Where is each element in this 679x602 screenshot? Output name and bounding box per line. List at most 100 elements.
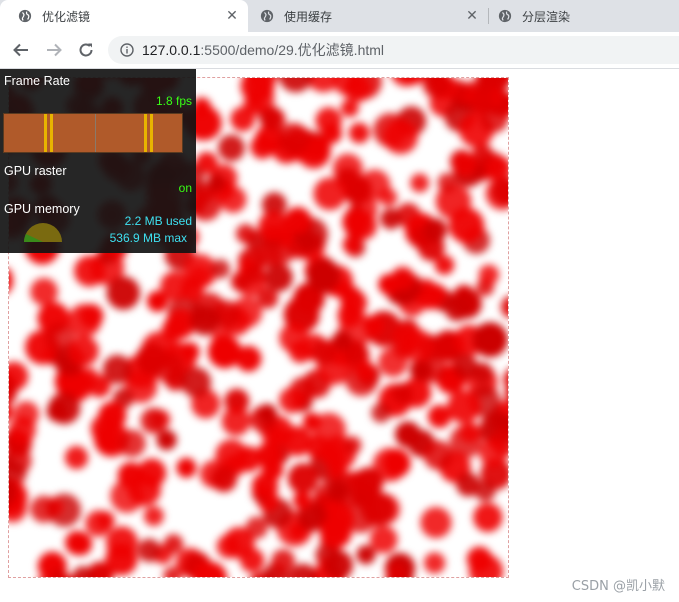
tab-layered-render[interactable]: 分层渲染	[488, 0, 679, 32]
red-blob	[394, 421, 421, 448]
gpu-memory-label: GPU memory	[4, 202, 80, 216]
red-blob	[348, 122, 370, 144]
reload-icon	[79, 43, 93, 57]
memory-used: 2.2 MB used	[124, 214, 192, 228]
red-blob	[342, 235, 362, 255]
red-blob	[68, 532, 93, 556]
red-blob	[30, 495, 58, 523]
red-blob	[9, 416, 36, 444]
red-blob	[378, 347, 408, 377]
red-blob	[188, 265, 211, 288]
browser-toolbar: 127.0.0.1:5500/demo/29.优化滤镜.html	[0, 32, 679, 68]
red-blob	[244, 263, 266, 285]
red-blob	[479, 103, 508, 133]
fps-graph	[3, 113, 183, 153]
red-blob	[79, 303, 104, 328]
red-blob	[383, 119, 418, 155]
tab-title: 使用缓存	[284, 9, 333, 24]
red-blob	[391, 382, 414, 405]
red-blob	[218, 134, 245, 162]
red-blob	[278, 78, 313, 93]
red-blob	[456, 472, 481, 497]
url-host: 127.0.0.1	[142, 42, 201, 58]
red-blob	[452, 353, 478, 379]
frame-rate-label: Frame Rate	[4, 74, 70, 88]
red-blob	[137, 538, 161, 563]
tab-optimize-filter[interactable]: 优化滤镜 ✕	[0, 0, 248, 32]
address-bar[interactable]: 127.0.0.1:5500/demo/29.优化滤镜.html	[108, 36, 679, 64]
red-blob	[479, 438, 508, 468]
red-blob	[293, 491, 312, 510]
close-tab-icon[interactable]: ✕	[464, 8, 480, 24]
red-blob	[321, 123, 342, 144]
red-blob	[181, 367, 212, 398]
tab-strip: 优化滤镜 ✕ 使用缓存 ✕ 分层渲染	[0, 0, 679, 32]
forward-arrow-icon	[47, 43, 62, 57]
red-blob	[311, 339, 338, 365]
url-text: 127.0.0.1:5500/demo/29.优化滤镜.html	[142, 40, 384, 60]
red-blob	[390, 266, 415, 291]
red-blob	[371, 403, 391, 423]
reload-button[interactable]	[74, 38, 98, 62]
fps-value: 1.8 fps	[155, 94, 192, 108]
red-blob	[127, 472, 161, 507]
red-blob	[423, 552, 446, 574]
red-blob	[313, 177, 347, 211]
globe-icon	[260, 9, 274, 23]
close-tab-icon[interactable]: ✕	[224, 8, 240, 24]
red-blob	[277, 122, 310, 156]
red-blob	[326, 479, 349, 502]
red-blob	[246, 84, 275, 113]
red-blob	[434, 255, 455, 275]
red-blob	[427, 284, 447, 303]
red-blob	[319, 516, 352, 549]
red-blob	[235, 223, 256, 244]
red-blob	[176, 457, 197, 478]
red-blob	[98, 401, 127, 430]
red-blob	[64, 445, 89, 470]
red-blob	[287, 463, 319, 494]
red-blob	[306, 258, 341, 293]
red-blob	[271, 549, 296, 573]
back-button[interactable]	[9, 38, 33, 62]
info-icon[interactable]	[120, 43, 134, 57]
red-blob	[160, 271, 191, 302]
red-blob	[230, 106, 255, 132]
csdn-watermark: CSDN @凯小默	[571, 579, 665, 594]
red-blob	[360, 491, 396, 527]
globe-icon	[18, 9, 32, 23]
red-blob	[448, 207, 485, 244]
red-blob	[447, 390, 481, 424]
red-blob	[343, 436, 362, 455]
red-blob	[221, 406, 251, 436]
red-blob	[95, 511, 115, 530]
red-blob	[257, 287, 279, 309]
rendering-stats-overlay: Frame Rate 1.8 fps GPU raster on GPU mem…	[0, 69, 196, 253]
back-arrow-icon	[13, 43, 28, 57]
tab-use-cache[interactable]: 使用缓存 ✕	[248, 0, 489, 32]
red-blob	[369, 525, 398, 554]
red-blob	[47, 399, 68, 420]
red-blob	[102, 354, 132, 385]
red-blob	[257, 403, 277, 424]
globe-icon	[498, 9, 512, 23]
red-blob	[342, 175, 373, 205]
red-blob	[409, 359, 431, 381]
red-blob	[445, 297, 469, 322]
memory-max: 536.9 MB max	[109, 231, 187, 245]
red-blob	[206, 173, 227, 193]
red-blob	[478, 264, 499, 285]
url-path: :5500/demo/29.优化滤镜.html	[200, 42, 385, 58]
forward-button[interactable]	[42, 38, 66, 62]
red-blob	[337, 303, 363, 328]
red-blob	[106, 276, 141, 310]
red-blob	[210, 259, 231, 279]
memory-gauge-icon	[24, 223, 62, 242]
red-blob	[210, 465, 238, 493]
red-blob	[9, 404, 13, 420]
red-blob	[423, 218, 448, 243]
tab-title: 分层渲染	[522, 9, 571, 24]
red-blob	[105, 543, 138, 576]
red-blob	[354, 360, 376, 382]
red-blob	[279, 323, 309, 353]
